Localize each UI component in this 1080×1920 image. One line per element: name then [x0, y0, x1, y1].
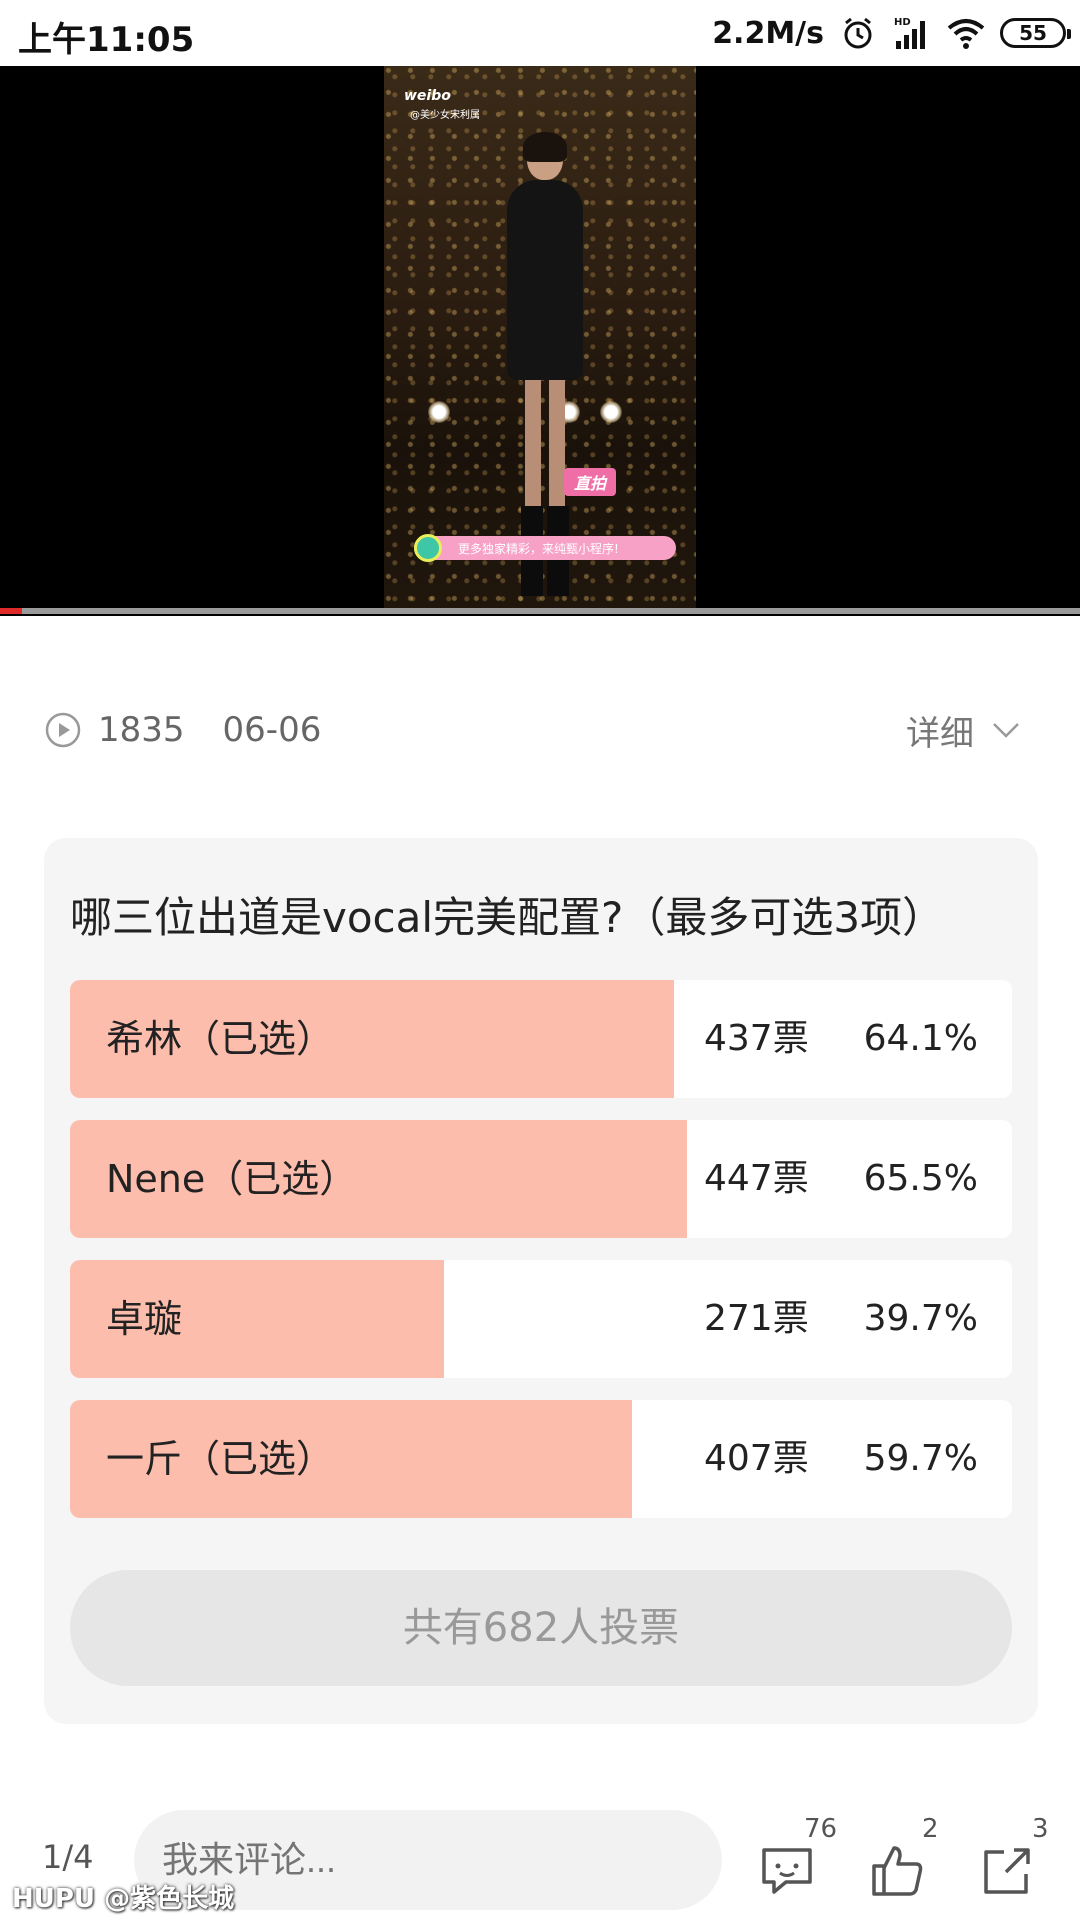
battery-indicator: 55	[1000, 18, 1071, 48]
detail-button[interactable]: 详细	[906, 706, 1024, 754]
wifi-icon	[946, 13, 986, 53]
comment-icon	[762, 1848, 812, 1894]
poll-option-votes: 407票	[704, 1438, 809, 1479]
poll-option-percent: 59.7%	[863, 1438, 978, 1479]
watermark: HUPU @紫色长城	[12, 1884, 235, 1914]
poll-option-label: Nene（已选）	[106, 1157, 358, 1201]
video-meta: 1835 06-06 详细	[44, 706, 1044, 754]
poll-option[interactable]: 一斤（已选） 407票 59.7%	[70, 1400, 1012, 1518]
promo-banner: 更多独家精彩，来纯甄小程序!	[414, 536, 676, 560]
poll-option[interactable]: 卓璇 271票 39.7%	[70, 1260, 1012, 1378]
poll-option-percent: 39.7%	[863, 1298, 978, 1339]
share-button[interactable]: 3	[968, 1814, 1049, 1898]
status-bar: 上午11:05 2.2M/s HD 55	[0, 0, 1080, 66]
thumbs-up-icon	[872, 1846, 923, 1896]
video-player[interactable]: weibo @美少女宋利属 直拍 更多独家精彩，来纯甄小程序!	[0, 66, 1080, 616]
detail-label: 详细	[906, 713, 974, 754]
stage-light	[600, 401, 622, 423]
poll-card: 哪三位出道是vocal完美配置?（最多可选3项） 希林（已选） 437票 64.…	[44, 838, 1038, 1724]
poll-option-percent: 65.5%	[863, 1158, 978, 1199]
promo-icon	[414, 534, 442, 562]
post-date: 06-06	[222, 710, 322, 750]
page-indicator: 1/4	[42, 1838, 94, 1876]
poll-option-votes: 271票	[704, 1298, 809, 1339]
poll-option[interactable]: Nene（已选） 447票 65.5%	[70, 1120, 1012, 1238]
alarm-icon	[838, 13, 878, 53]
video-progress-fill	[0, 608, 22, 614]
like-button[interactable]: 2	[858, 1814, 939, 1898]
poll-option-label: 卓璇	[106, 1297, 183, 1341]
poll-total-button[interactable]: 共有682人投票	[70, 1570, 1012, 1686]
play-count: 1835	[98, 710, 185, 750]
weibo-handle: @美少女宋利属	[410, 110, 480, 121]
comment-button[interactable]: 76	[748, 1814, 837, 1898]
video-progress-bar[interactable]	[0, 608, 1080, 614]
zhipai-badge: 直拍	[564, 468, 617, 496]
video-frame: weibo @美少女宋利属 直拍 更多独家精彩，来纯甄小程序!	[384, 66, 696, 611]
poll-option-label: 希林（已选）	[106, 1017, 335, 1061]
poll-option[interactable]: 希林（已选） 437票 64.1%	[70, 980, 1012, 1098]
share-icon	[984, 1848, 1030, 1894]
poll-title: 哪三位出道是vocal完美配置?（最多可选3项）	[70, 893, 945, 942]
share-count: 3	[1032, 1814, 1049, 1844]
poll-option-votes: 447票	[704, 1158, 809, 1199]
svg-text:HD: HD	[894, 17, 911, 28]
signal-icon: HD	[892, 13, 932, 53]
status-icons: 2.2M/s HD 55	[712, 10, 1071, 56]
comment-count: 76	[804, 1814, 838, 1844]
like-count: 2	[922, 1814, 939, 1844]
play-count-icon	[45, 712, 81, 748]
network-speed: 2.2M/s	[712, 15, 824, 51]
weibo-logo: weibo	[404, 88, 451, 104]
chevron-down-icon	[993, 723, 1019, 738]
poll-option-votes: 437票	[704, 1018, 809, 1059]
poll-option-label: 一斤（已选）	[106, 1437, 335, 1481]
status-time: 上午11:05	[18, 20, 195, 60]
stage-light	[428, 401, 450, 423]
poll-option-percent: 64.1%	[863, 1018, 978, 1059]
